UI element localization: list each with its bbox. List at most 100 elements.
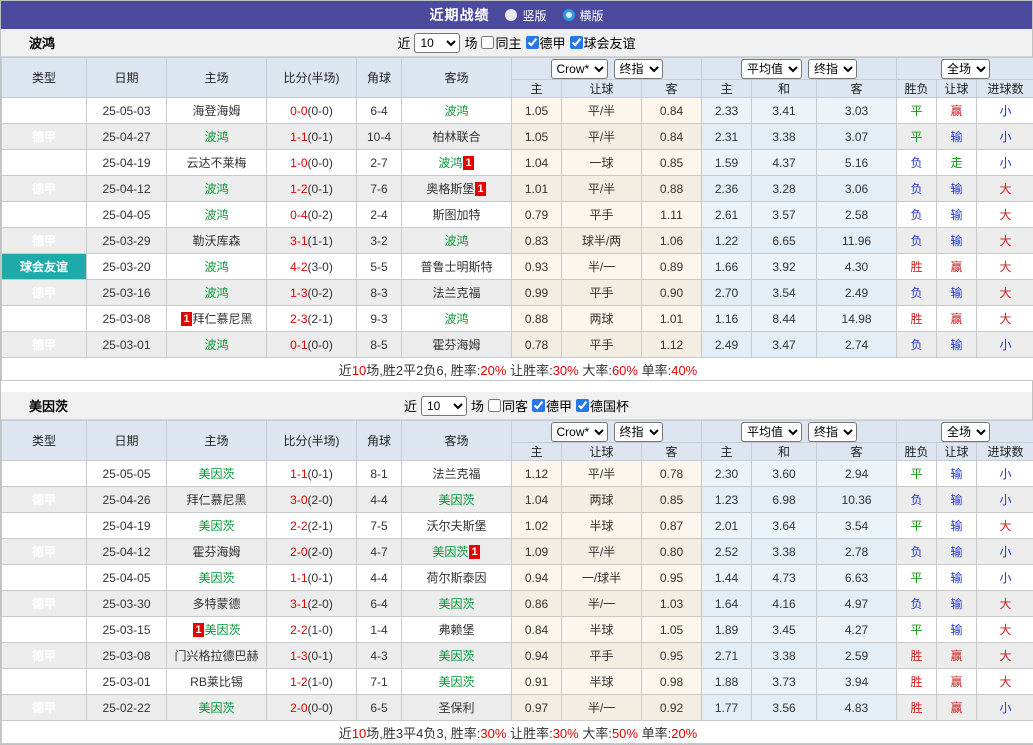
team-name[interactable]: 云达不莱梅	[186, 156, 246, 170]
team-name[interactable]: 圣保利	[438, 701, 474, 715]
league-checkbox[interactable]	[526, 36, 539, 49]
layout-option-vertical[interactable]: 竖版	[505, 7, 546, 24]
final-odds-select[interactable]: 终指	[808, 422, 857, 442]
score-cell: 2-2(1-0)	[267, 617, 357, 643]
odds-away: 0.87	[642, 513, 702, 539]
result-wdl: 平	[897, 513, 937, 539]
team-name[interactable]: 波鸿	[438, 156, 462, 170]
team-name[interactable]: 沃尔夫斯堡	[426, 519, 486, 533]
recent-count-select[interactable]: 10	[414, 33, 460, 53]
away-team-cell: 波鸿	[402, 228, 512, 254]
cup-filter[interactable]: 德国杯	[576, 396, 629, 415]
team-name[interactable]: 斯图加特	[432, 208, 480, 222]
team-name[interactable]: 海登海姆	[192, 104, 240, 118]
team-name[interactable]: 波鸿	[204, 208, 228, 222]
team-name[interactable]: 美因茨	[205, 623, 241, 637]
match-row: 德甲25-03-151美因茨2-2(1-0)1-4弗赖堡0.84半球1.051.…	[2, 617, 1033, 643]
home-team-cell: 波鸿	[167, 176, 267, 202]
team-name[interactable]: 美因茨	[198, 571, 234, 585]
team-name[interactable]: 荷尔斯泰因	[426, 571, 486, 585]
radio-label: 横版	[580, 7, 604, 24]
odds-handicap: 半球	[562, 617, 642, 643]
match-row: 德甲25-02-22美因茨2-0(0-0)6-5圣保利0.97半/一0.921.…	[2, 695, 1033, 721]
team-name[interactable]: 勒沃库森	[192, 234, 240, 248]
team-name[interactable]: 波鸿	[204, 182, 228, 196]
team-name[interactable]: 弗赖堡	[438, 623, 474, 637]
team-name[interactable]: 普鲁士明斯特	[420, 260, 492, 274]
team-name[interactable]: 波鸿	[204, 260, 228, 274]
team-name[interactable]: 美因茨	[438, 649, 474, 663]
team-name[interactable]: 美因茨	[198, 519, 234, 533]
score-cell: 2-0(0-0)	[267, 695, 357, 721]
team-name[interactable]: 奥格斯堡	[426, 182, 474, 196]
average-odds-select[interactable]: 平均值	[741, 59, 802, 79]
home-team-cell: 多特蒙德	[167, 591, 267, 617]
same-venue-filter[interactable]: 同主	[481, 33, 521, 52]
team-name[interactable]: 波鸿	[204, 130, 228, 144]
friendly-filter[interactable]: 球会友谊	[570, 33, 636, 52]
final-odds-select[interactable]: 终指	[808, 59, 857, 79]
team-name[interactable]: 波鸿	[444, 234, 468, 248]
team-name[interactable]: 波鸿	[204, 286, 228, 300]
team-name[interactable]: 美因茨	[438, 597, 474, 611]
halftime-score: (2-0)	[308, 597, 333, 611]
fulltime-score: 3-1	[290, 597, 307, 611]
team-name[interactable]: 美因茨	[438, 493, 474, 507]
final-odds-select[interactable]: 终指	[614, 422, 663, 442]
avg-away: 10.36	[817, 487, 897, 513]
layout-option-horizontal[interactable]: 横版	[563, 7, 604, 24]
col-wdl: 胜负	[897, 80, 937, 98]
same-venue-checkbox[interactable]	[488, 399, 501, 412]
result-goals: 小	[977, 150, 1033, 176]
odds-home: 1.05	[512, 98, 562, 124]
corner-cell: 8-3	[357, 280, 402, 306]
team-name[interactable]: 波鸿	[444, 312, 468, 326]
recent-label: 近	[404, 396, 417, 415]
team-name[interactable]: 法兰克福	[432, 467, 480, 481]
team-name[interactable]: 美因茨	[198, 467, 234, 481]
average-odds-select[interactable]: 平均值	[741, 422, 802, 442]
team-name[interactable]: 柏林联合	[432, 130, 480, 144]
friendly-checkbox[interactable]	[570, 36, 583, 49]
odds-provider-select[interactable]: Crow*	[551, 59, 608, 79]
recent-count-select[interactable]: 10	[421, 396, 467, 416]
odds-provider-select[interactable]: Crow*	[551, 422, 608, 442]
team-name[interactable]: 拜仁慕尼黑	[186, 493, 246, 507]
cup-checkbox[interactable]	[576, 399, 589, 412]
team-name[interactable]: 美因茨	[438, 675, 474, 689]
same-venue-filter[interactable]: 同客	[488, 396, 528, 415]
team-name[interactable]: 霍芬海姆	[432, 338, 480, 352]
team-name[interactable]: 门兴格拉德巴赫	[174, 649, 258, 663]
team-name[interactable]: 法兰克福	[432, 286, 480, 300]
home-team-cell: 云达不莱梅	[167, 150, 267, 176]
col-home: 主场	[167, 421, 267, 461]
same-venue-checkbox[interactable]	[481, 36, 494, 49]
match-scope-select[interactable]: 全场	[941, 59, 990, 79]
home-team-cell: 波鸿	[167, 124, 267, 150]
league-checkbox[interactable]	[532, 399, 545, 412]
match-scope-select[interactable]: 全场	[941, 422, 990, 442]
league-filter[interactable]: 德甲	[526, 33, 566, 52]
team-name[interactable]: 美因茨	[198, 701, 234, 715]
col-type: 类型	[2, 58, 87, 98]
team-name[interactable]: 多特蒙德	[192, 597, 240, 611]
avg-home: 2.36	[702, 176, 752, 202]
team-name[interactable]: 波鸿	[444, 104, 468, 118]
odds-away: 0.95	[642, 643, 702, 669]
team-name[interactable]: 美因茨	[432, 545, 468, 559]
match-row: 德甲25-04-26拜仁慕尼黑3-0(2-0)4-4美因茨1.04两球0.851…	[2, 487, 1033, 513]
fulltime-score: 2-2	[290, 623, 307, 637]
avg-home: 1.59	[702, 150, 752, 176]
match-type-badge: 德甲	[2, 124, 87, 150]
final-odds-select[interactable]: 终指	[614, 59, 663, 79]
result-group-header: 全场	[897, 58, 1033, 80]
score-cell: 0-4(0-2)	[267, 202, 357, 228]
league-filter[interactable]: 德甲	[532, 396, 572, 415]
team-name[interactable]: 霍芬海姆	[192, 545, 240, 559]
team-name[interactable]: 波鸿	[204, 338, 228, 352]
radio-on-icon[interactable]	[563, 9, 575, 21]
team-name[interactable]: RB莱比锡	[190, 675, 243, 689]
team-name[interactable]: 拜仁慕尼黑	[193, 312, 253, 326]
avg-draw: 3.60	[752, 461, 817, 487]
radio-off-icon[interactable]	[505, 9, 517, 21]
